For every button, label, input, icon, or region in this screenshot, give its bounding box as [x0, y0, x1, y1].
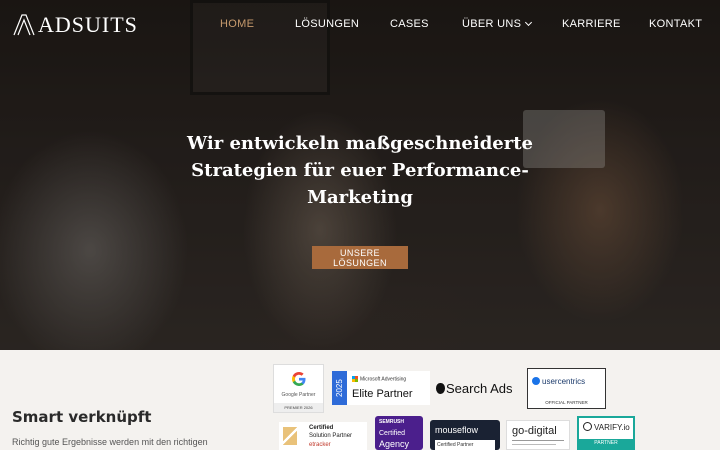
divider: [512, 440, 564, 441]
ms-vendor: Microsoft Advertising: [352, 376, 406, 382]
nav-item-ueber-uns[interactable]: ÜBER UNS: [462, 17, 533, 31]
usercentrics-logo: usercentrics: [532, 377, 585, 386]
nav-item-home[interactable]: HOME: [220, 17, 254, 31]
mouseflow-badge[interactable]: mouseflow Certified Partner: [430, 420, 500, 450]
nav-item-kontakt[interactable]: KONTAKT: [649, 17, 702, 31]
cta-unsere-loesungen-button[interactable]: UNSERE LÖSUNGEN: [312, 246, 408, 269]
apple-search-ads-label: Search Ads: [446, 381, 513, 396]
etracker-line-2: Solution Partner: [309, 433, 353, 439]
nav-item-cases[interactable]: CASES: [390, 17, 429, 31]
microsoft-advertising-badge[interactable]: 2025 Microsoft Advertising Elite Partner: [332, 371, 430, 405]
google-g-icon: [292, 372, 306, 386]
section-text: Richtig gute Ergebnisse werden mit den r…: [12, 437, 208, 447]
nav-item-loesungen[interactable]: LÖSUNGEN: [295, 17, 359, 31]
apple-search-ads-badge[interactable]: Search Ads: [436, 378, 522, 400]
nav-item-ueber-uns-label: ÜBER UNS: [462, 18, 522, 30]
etracker-line-1: Certified: [309, 425, 334, 431]
etracker-line-3: etracker: [309, 442, 331, 448]
section-title: Smart verknüpft: [12, 408, 152, 426]
hero-headline: Wir entwickeln maßgeschneiderte Strategi…: [170, 130, 550, 211]
mouseflow-name: mouseflow: [435, 425, 479, 435]
google-partner-badge[interactable]: Google Partner PREMIER 2026: [273, 364, 324, 413]
hero-headline-line-2: Strategien für euer Performance-: [191, 160, 529, 181]
microsoft-logo-icon: [352, 376, 358, 382]
ms-vendor-label: Microsoft Advertising: [360, 376, 407, 383]
chevron-down-icon: [525, 18, 533, 27]
apple-search-ads-text: Search Ads: [436, 381, 513, 396]
semrush-badge[interactable]: SEMRUSH Certified Agency: [375, 416, 423, 450]
google-premier-label: PREMIER 2026: [274, 403, 323, 412]
google-partner-label: Google Partner: [281, 392, 316, 398]
ms-tier: Elite Partner: [352, 388, 413, 400]
usercentrics-icon: [532, 377, 540, 385]
semrush-vendor: SEMRUSH: [379, 419, 405, 425]
apple-logo-icon: [436, 383, 445, 394]
main-navigation: HOME LÖSUNGEN CASES ÜBER UNS KARRIERE KO…: [0, 17, 720, 33]
usercentrics-label: usercentrics: [542, 377, 586, 386]
nav-item-karriere[interactable]: KARRIERE: [562, 17, 621, 31]
usercentrics-badge[interactable]: usercentrics OFFICIAL PARTNER: [527, 368, 606, 409]
varify-name: VARIFY.io: [594, 423, 630, 432]
mouseflow-sub: Certified Partner: [435, 440, 495, 450]
varify-icon: [583, 422, 592, 431]
hero-section: ADSUITS HOME LÖSUNGEN CASES ÜBER UNS KAR…: [0, 0, 720, 350]
semrush-line-2: Agency: [379, 439, 410, 449]
usercentrics-status: OFFICIAL PARTNER: [545, 400, 588, 405]
divider: [512, 444, 556, 445]
hero-headline-line-1: Wir entwickeln maßgeschneiderte: [186, 133, 534, 154]
semrush-line-1: Certified: [379, 430, 406, 437]
ms-year: 2025: [332, 371, 347, 405]
varify-badge[interactable]: VARIFY.io PARTNER: [577, 416, 635, 450]
varify-status: PARTNER: [579, 439, 633, 448]
etracker-logo-icon: [283, 427, 297, 445]
hero-headline-line-3: Marketing: [307, 187, 413, 208]
go-digital-badge[interactable]: go-digital: [506, 420, 570, 450]
etracker-badge[interactable]: Certified Solution Partner etracker: [279, 422, 367, 450]
varify-logo: VARIFY.io: [583, 422, 630, 432]
go-digital-name: go-digital: [512, 425, 557, 437]
